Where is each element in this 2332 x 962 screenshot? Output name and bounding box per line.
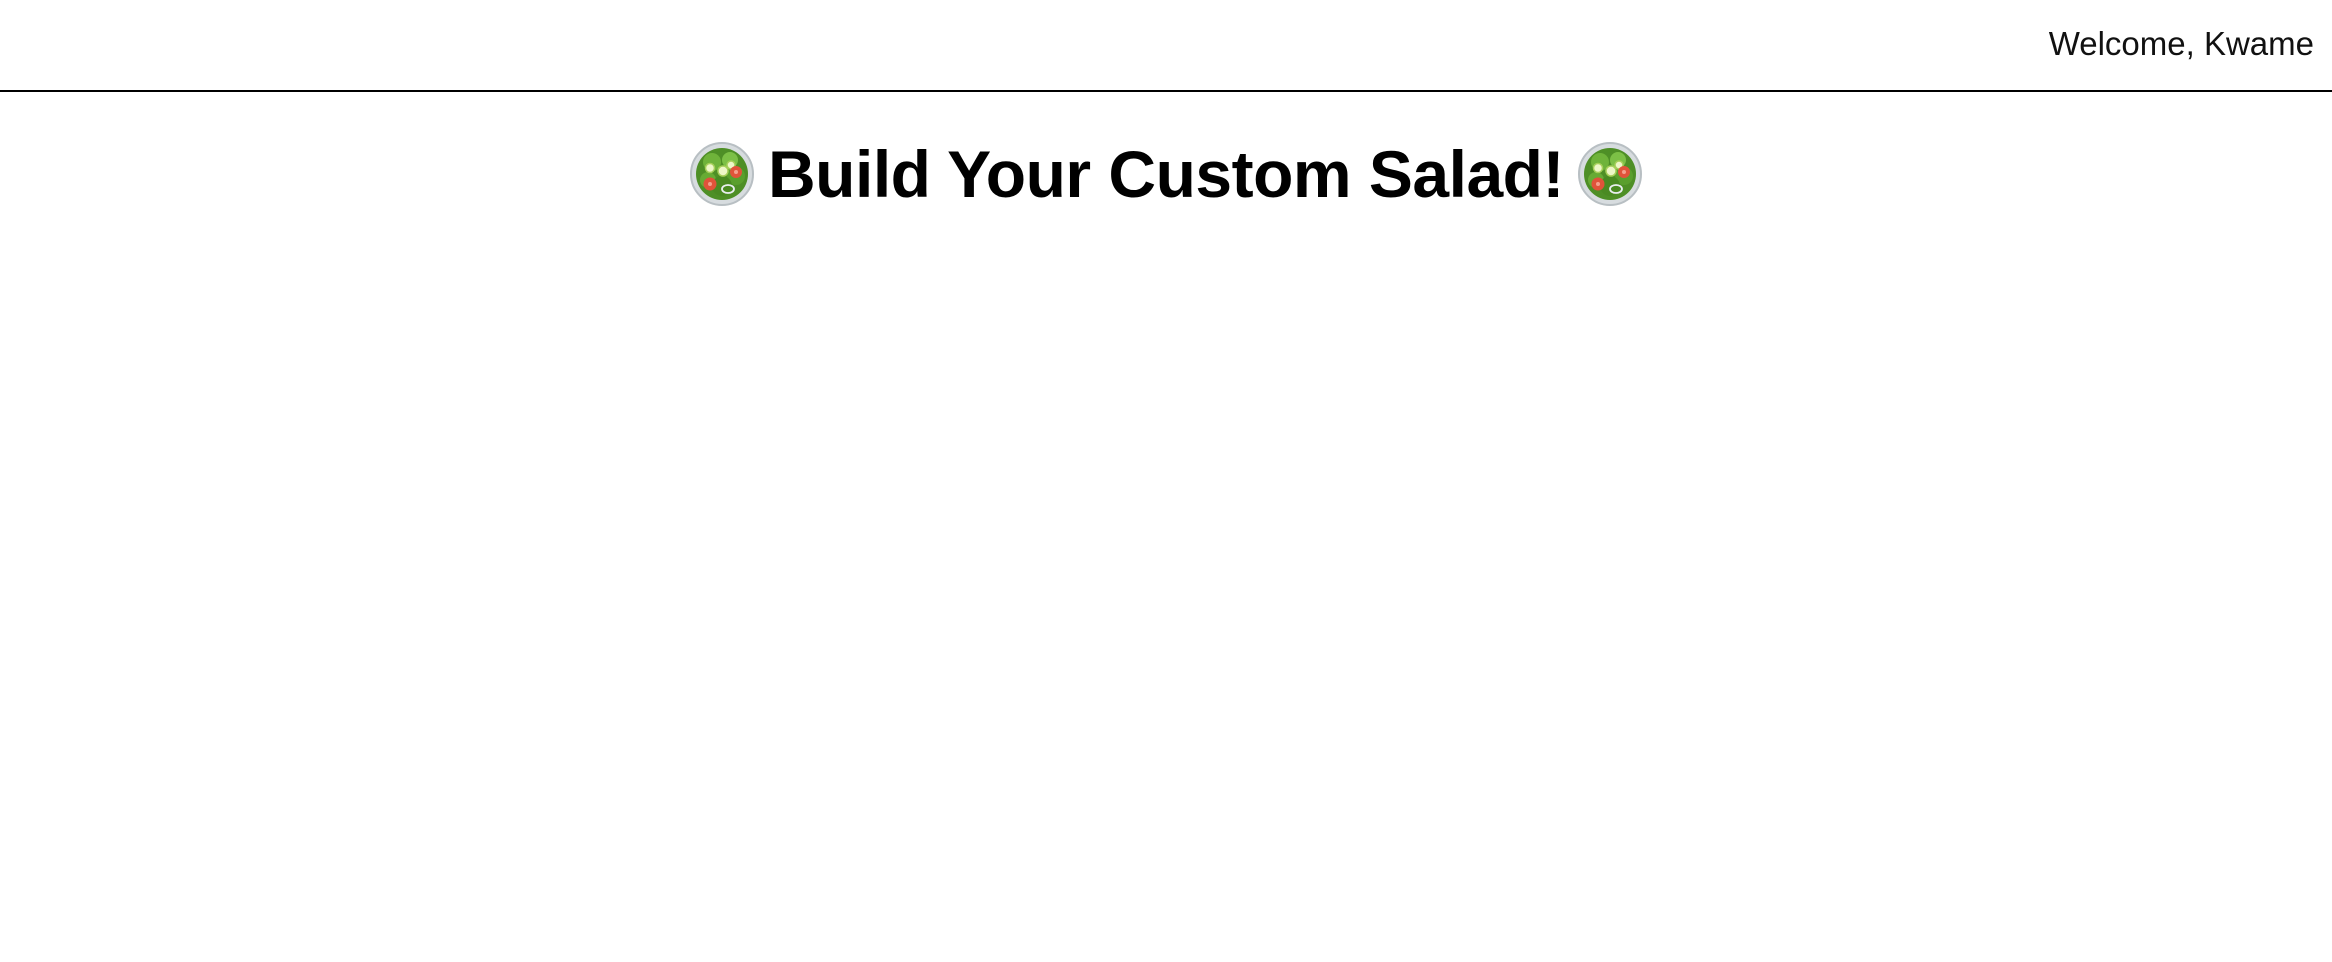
salad-bowl-icon [1577,142,1642,206]
top-bar: Welcome, Kwame [0,0,2332,92]
welcome-message: Welcome, Kwame [2048,25,2314,62]
salad-bowl-icon [690,142,755,206]
title-row: Build Your Custom Salad! [0,136,2332,212]
page-title: Build Your Custom Salad! [768,137,1564,211]
